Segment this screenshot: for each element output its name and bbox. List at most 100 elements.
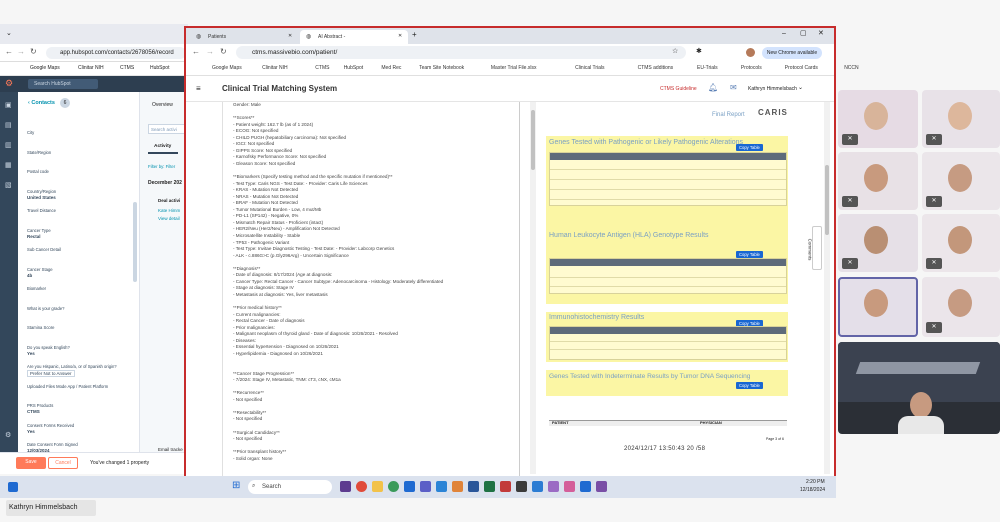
tab-patients[interactable]: ◍ Patients ✕ — [190, 30, 298, 44]
bookmark[interactable]: CTMS additions — [638, 65, 674, 71]
close-icon[interactable]: ✕ — [398, 34, 402, 39]
chrome-icon[interactable] — [356, 481, 367, 492]
reload-icon[interactable]: ↻ — [30, 48, 37, 56]
app-icon[interactable] — [340, 481, 351, 492]
table-row — [550, 199, 786, 200]
chevron-down-icon[interactable]: ⌄ — [6, 30, 12, 37]
app-icon[interactable] — [596, 481, 607, 492]
cancel-button[interactable]: Cancel — [48, 457, 78, 469]
app-icon[interactable] — [532, 481, 543, 492]
doc-icon[interactable]: ▦ — [5, 162, 12, 169]
copy-table-button[interactable]: Copy Table — [736, 144, 763, 151]
excel-icon[interactable] — [484, 481, 495, 492]
forward-icon[interactable]: → — [17, 48, 25, 56]
bookmark[interactable]: Protocols — [741, 65, 762, 71]
bookmark[interactable]: Clinitar NIH — [78, 65, 104, 71]
tab-overview[interactable]: Overview — [152, 102, 173, 108]
minimize-icon[interactable]: – — [782, 30, 786, 37]
taskbar-search[interactable]: ⌕ Search — [248, 480, 332, 494]
property-value[interactable]: CTMS — [27, 409, 40, 414]
self-video[interactable] — [838, 342, 1000, 434]
app-icon[interactable] — [564, 481, 575, 492]
reload-icon[interactable]: ↻ — [220, 48, 227, 56]
teams-icon[interactable] — [420, 481, 431, 492]
app-icon[interactable] — [452, 481, 463, 492]
new-tab-icon[interactable]: + — [412, 31, 417, 39]
bookmark[interactable]: Master Trial File.xlsx — [491, 65, 537, 71]
right-scrollbar-track[interactable] — [824, 102, 830, 474]
property-value[interactable]: Yes — [27, 429, 35, 434]
bookmark[interactable]: Protocol Cards — [785, 65, 818, 71]
contacts-icon[interactable]: ▣ — [5, 102, 12, 109]
window-close-icon[interactable]: ✕ — [818, 30, 824, 37]
hubspot-search-input[interactable]: Search HubSpot — [28, 79, 98, 89]
comments-tab[interactable]: Comments — [807, 226, 822, 270]
right-scrollbar-thumb[interactable] — [825, 165, 829, 235]
chart-icon[interactable]: ▥ — [5, 142, 12, 149]
bookmark[interactable]: Clinitar NIH — [262, 65, 288, 71]
view-details-link[interactable]: View detail — [158, 216, 180, 221]
bookmark[interactable]: Google Maps — [212, 65, 242, 71]
url-field[interactable]: ctms.massivebio.com/patient/ — [236, 46, 686, 59]
app-icon[interactable] — [580, 481, 591, 492]
copy-table-button[interactable]: Copy Table — [736, 251, 763, 258]
bookmark[interactable]: CTMS — [315, 65, 329, 71]
bookmark[interactable]: HubSpot — [344, 65, 363, 71]
widgets-icon[interactable] — [8, 482, 18, 492]
file-explorer-icon[interactable] — [372, 481, 383, 492]
settings-icon[interactable]: ⚙ — [5, 432, 11, 439]
app-icon[interactable] — [548, 481, 559, 492]
extensions-icon[interactable]: ✱ — [696, 48, 702, 55]
tab-ai-abstract[interactable]: ◍ AI Abstract - ✕ — [300, 30, 408, 44]
back-icon[interactable]: ← — [5, 48, 13, 56]
guideline-link[interactable]: CTMS Guideline — [660, 86, 697, 92]
outlook-icon[interactable] — [404, 481, 415, 492]
app-header: ≡ Clinical Trial Matching System CTMS Gu… — [186, 76, 834, 102]
bell-icon[interactable]: 🔔︎ — [708, 84, 718, 92]
windows-start-icon[interactable]: ⊞ — [232, 481, 240, 491]
hubspot-logo-icon[interactable]: ⚙ — [5, 79, 13, 88]
bookmark[interactable]: Google Maps — [30, 65, 60, 71]
bookmark[interactable]: NCCN — [844, 65, 858, 71]
star-icon[interactable]: ☆ — [672, 48, 678, 55]
grid-icon[interactable]: ▧ — [5, 182, 12, 189]
app-icon[interactable] — [436, 481, 447, 492]
property-value[interactable]: Yes — [27, 351, 35, 356]
contacts-back-link[interactable]: ‹ Contacts — [28, 100, 55, 106]
property-value[interactable]: Prefer Not to Answer — [27, 370, 75, 377]
filter-by-link[interactable]: Filter by: Filter — [148, 164, 175, 169]
property-value[interactable]: Rectal — [27, 234, 41, 239]
deal-activity-label: Deal activi — [158, 198, 181, 203]
bookmark[interactable]: HubSpot — [150, 65, 169, 71]
save-button[interactable]: Save — [16, 457, 46, 469]
tab-activity[interactable]: Activity — [154, 144, 171, 149]
chat-icon[interactable]: ✉ — [730, 84, 737, 92]
bookmark[interactable]: Med Rec — [381, 65, 401, 71]
chrome-icon[interactable] — [388, 481, 399, 492]
hubspot-url-field[interactable]: app.hubspot.com/contacts/2678056/record — [46, 47, 186, 59]
kate-link[interactable]: Kate Himm — [158, 208, 180, 213]
app-icon[interactable] — [516, 481, 527, 492]
app-icon[interactable] — [500, 481, 511, 492]
bookmark[interactable]: Clinical Trials — [575, 65, 604, 71]
activity-search-input[interactable]: Search activi — [148, 124, 188, 134]
profile-avatar[interactable] — [746, 48, 755, 57]
back-icon[interactable]: ← — [192, 48, 200, 56]
close-icon[interactable]: ✕ — [288, 34, 292, 39]
left-scrollbar-thumb[interactable] — [531, 110, 535, 170]
menu-icon[interactable]: ≡ — [196, 85, 201, 93]
new-chrome-button[interactable]: New Chrome available — [762, 47, 822, 59]
inbox-icon[interactable]: ▤ — [5, 122, 12, 129]
forward-icon[interactable]: → — [206, 48, 214, 56]
copy-table-button[interactable]: Copy Table — [736, 382, 763, 389]
word-icon[interactable] — [468, 481, 479, 492]
panel-scrollbar[interactable] — [133, 202, 137, 282]
bookmark[interactable]: Team Site Notebook — [419, 65, 464, 71]
property-value[interactable]: United States — [27, 195, 56, 200]
maximize-icon[interactable]: ▢ — [800, 30, 807, 37]
user-name[interactable]: Kathryn Himmelsbach — [748, 86, 797, 92]
chevron-down-icon[interactable]: ⌄ — [798, 85, 803, 91]
bookmark[interactable]: CTMS — [120, 65, 134, 71]
bookmark[interactable]: EU-Trials — [697, 65, 718, 71]
property-value[interactable]: 4b — [27, 273, 32, 278]
